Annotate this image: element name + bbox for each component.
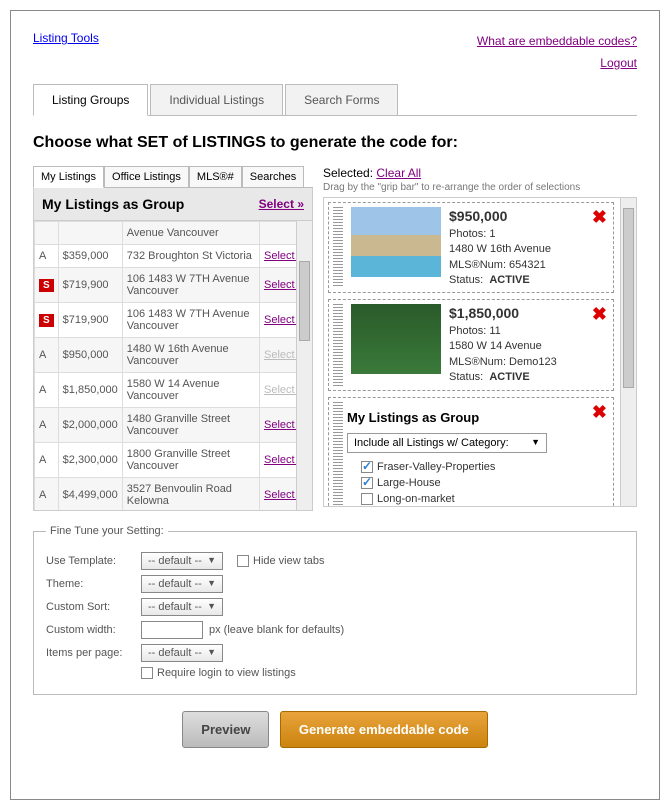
table-row: A$4,499,0003527 Benvoulin Road KelownaSe… [35, 478, 312, 512]
listing-thumbnail [351, 207, 441, 277]
category-row: Fraser-Valley-Properties [347, 459, 605, 475]
table-row: A$359,000732 Broughton St VictoriaSelect… [35, 245, 312, 268]
selected-label: Selected: [323, 166, 373, 180]
selected-header: Selected: Clear All [323, 166, 637, 180]
listing-tools-link[interactable]: Listing Tools [33, 31, 99, 45]
use-template-label: Use Template: [46, 555, 141, 567]
scrollbar[interactable] [296, 221, 312, 510]
category-label: Long-on-market [377, 493, 455, 505]
subtab-mlsnum[interactable]: MLS®# [189, 166, 242, 187]
category-select-label: Include all Listings w/ Category: [354, 437, 509, 449]
selected-card: $1,850,000Photos: 111580 W 14 AvenueMLS®… [328, 299, 614, 390]
listing-thumbnail [351, 304, 441, 374]
category-checkbox[interactable] [361, 493, 373, 505]
selected-panel: $950,000Photos: 11480 W 16th AvenueMLS®N… [323, 197, 637, 507]
table-row: Avenue Vancouver [35, 222, 312, 245]
card-info: $1,850,000Photos: 111580 W 14 AvenueMLS®… [449, 304, 557, 385]
top-bar: Listing Tools What are embeddable codes?… [33, 31, 637, 74]
hide-tabs-label: Hide view tabs [253, 555, 325, 567]
category-checkbox[interactable] [361, 477, 373, 489]
preview-button[interactable]: Preview [182, 711, 269, 748]
card-info: $950,000Photos: 11480 W 16th AvenueMLS®N… [449, 207, 551, 288]
subtab-office-listings[interactable]: Office Listings [104, 166, 189, 187]
items-pp-label: Items per page: [46, 647, 141, 659]
custom-width-label: Custom width: [46, 624, 141, 636]
left-column: My Listings Office Listings MLS®# Search… [33, 166, 313, 511]
status-badge: S [39, 314, 54, 327]
group-title: My Listings as Group [42, 196, 184, 212]
chevron-down-icon: ▼ [531, 437, 540, 449]
category-row: Long-on-market [347, 491, 605, 507]
category-select[interactable]: Include all Listings w/ Category: ▼ [347, 433, 547, 453]
custom-sort-label: Custom Sort: [46, 601, 141, 613]
table-row: A$2,300,0001800 Granville Street Vancouv… [35, 443, 312, 478]
category-checkbox[interactable] [361, 461, 373, 473]
generate-button[interactable]: Generate embeddable code [280, 711, 488, 748]
scroll-thumb[interactable] [299, 261, 310, 341]
drag-hint: Drag by the "grip bar" to re-arrange the… [323, 182, 637, 193]
table-row: A$950,0001480 W 16th Avenue VancouverSel… [35, 338, 312, 373]
table-row: A$1,850,0001580 W 14 Avenue VancouverSel… [35, 373, 312, 408]
category-row: Large-House [347, 475, 605, 491]
require-login-checkbox[interactable] [141, 667, 153, 679]
what-are-codes-link[interactable]: What are embeddable codes? [477, 31, 637, 53]
tab-listing-groups[interactable]: Listing Groups [33, 84, 148, 116]
clear-all-link[interactable]: Clear All [376, 166, 421, 180]
tab-search-forms[interactable]: Search Forms [285, 84, 398, 115]
table-row: S$719,900106 1483 W 7TH Avenue Vancouver… [35, 268, 312, 303]
right-column: Selected: Clear All Drag by the "grip ba… [323, 166, 637, 511]
items-pp-select[interactable]: -- default --▼ [141, 644, 223, 662]
select-all-link[interactable]: Select » [259, 197, 304, 211]
listings-scroll: Avenue VancouverA$359,000732 Broughton S… [33, 221, 313, 511]
grip-bar[interactable] [333, 304, 343, 385]
custom-width-input[interactable] [141, 621, 203, 639]
hide-tabs-checkbox[interactable] [237, 555, 249, 567]
button-row: Preview Generate embeddable code [33, 711, 637, 748]
top-right-links: What are embeddable codes? Logout [477, 31, 637, 74]
card-price: $950,000 [449, 207, 551, 227]
page-heading: Choose what SET of LISTINGS to generate … [33, 134, 637, 152]
delete-icon[interactable]: ✖ [592, 304, 607, 325]
theme-label: Theme: [46, 578, 141, 590]
theme-select[interactable]: -- default --▼ [141, 575, 223, 593]
card-price: $1,850,000 [449, 304, 557, 324]
listings-table: Avenue VancouverA$359,000732 Broughton S… [34, 221, 312, 511]
group-card-title: My Listings as Group [347, 410, 605, 425]
selected-card: $950,000Photos: 11480 W 16th AvenueMLS®N… [328, 202, 614, 293]
use-template-select[interactable]: -- default --▼ [141, 552, 223, 570]
logout-link[interactable]: Logout [477, 53, 637, 75]
scrollbar[interactable] [620, 198, 636, 506]
tab-individual-listings[interactable]: Individual Listings [150, 84, 283, 115]
custom-sort-select[interactable]: -- default --▼ [141, 598, 223, 616]
group-header: My Listings as Group Select » [33, 188, 313, 221]
grip-bar[interactable] [333, 207, 343, 288]
fine-tune-fieldset: Fine Tune your Setting: Use Template: --… [33, 525, 637, 695]
fieldset-legend: Fine Tune your Setting: [46, 525, 168, 537]
app-frame: Listing Tools What are embeddable codes?… [10, 10, 660, 800]
main-tabs: Listing Groups Individual Listings Searc… [33, 84, 637, 116]
delete-icon[interactable]: ✖ [592, 207, 607, 228]
columns: My Listings Office Listings MLS®# Search… [33, 166, 637, 511]
px-hint: px (leave blank for defaults) [209, 624, 344, 636]
table-row: A$2,000,0001480 Granville Street Vancouv… [35, 408, 312, 443]
sub-tabs: My Listings Office Listings MLS®# Search… [33, 166, 313, 188]
category-label: Large-House [377, 477, 441, 489]
status-badge: S [39, 279, 54, 292]
scroll-thumb[interactable] [623, 208, 634, 388]
grip-bar[interactable] [333, 402, 343, 508]
subtab-my-listings[interactable]: My Listings [33, 166, 104, 188]
table-row: S$719,900106 1483 W 7TH Avenue Vancouver… [35, 303, 312, 338]
category-label: Fraser-Valley-Properties [377, 461, 495, 473]
require-login-label: Require login to view listings [157, 667, 296, 679]
group-card: ✖ My Listings as Group Include all Listi… [328, 397, 614, 508]
delete-icon[interactable]: ✖ [592, 402, 607, 423]
subtab-searches[interactable]: Searches [242, 166, 304, 187]
